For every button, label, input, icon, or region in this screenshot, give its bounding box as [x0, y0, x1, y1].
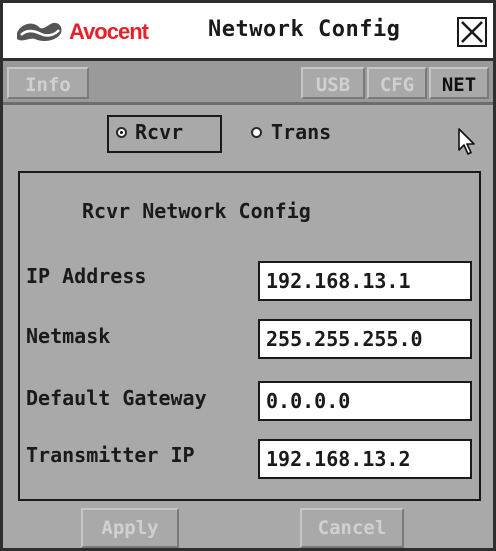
transmitter-ip-input[interactable]	[258, 439, 472, 479]
ip-address-input[interactable]	[258, 261, 472, 301]
close-button[interactable]	[457, 17, 487, 47]
button-bar: Apply Cancel	[3, 508, 493, 548]
tab-usb[interactable]: USB	[301, 67, 365, 99]
trans-radio[interactable]	[251, 127, 262, 138]
tab-cfg[interactable]: CFG	[367, 67, 427, 99]
pointer-cursor-icon	[458, 128, 475, 155]
tab-bar: Info USB CFG NET	[3, 61, 493, 105]
default-gateway-input[interactable]	[258, 381, 472, 421]
netmask-input[interactable]	[258, 319, 472, 359]
brand-name: Avocent	[69, 19, 149, 44]
transmitter-ip-label: Transmitter IP	[26, 443, 195, 467]
avocent-logo-icon	[17, 22, 62, 41]
rcvr-radio-label[interactable]: Rcvr	[135, 120, 183, 144]
avocent-logo: Avocent	[13, 17, 178, 49]
trans-radio-label[interactable]: Trans	[271, 120, 331, 144]
window-title: Network Config	[208, 17, 401, 42]
default-gateway-label: Default Gateway	[26, 386, 207, 410]
network-config-window: Avocent Network Config Info USB CFG NET …	[0, 0, 496, 551]
tab-info[interactable]: Info	[7, 67, 89, 99]
cancel-button[interactable]: Cancel	[300, 508, 404, 548]
rcvr-radio[interactable]	[116, 127, 127, 138]
netmask-label: Netmask	[26, 324, 111, 348]
network-config-panel: Rcvr Network Config IP Address Netmask D…	[18, 171, 481, 501]
close-icon	[461, 21, 483, 43]
apply-button[interactable]: Apply	[81, 508, 179, 548]
title-bar: Avocent Network Config	[3, 3, 493, 61]
tab-net[interactable]: NET	[429, 67, 489, 99]
ip-address-label: IP Address	[26, 264, 147, 288]
panel-heading: Rcvr Network Config	[82, 199, 311, 223]
